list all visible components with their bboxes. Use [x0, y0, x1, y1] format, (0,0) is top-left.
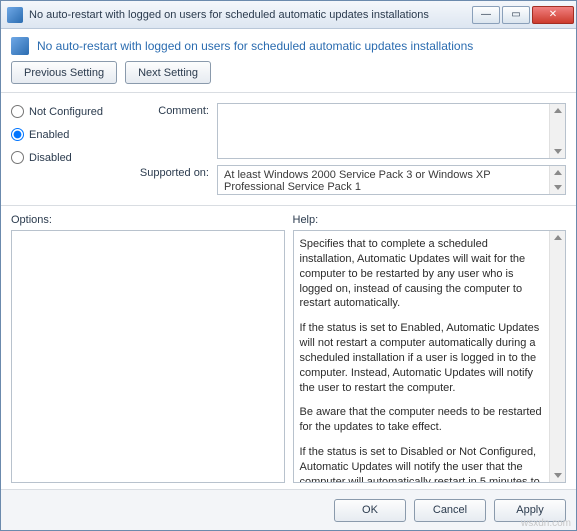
settings-grid: Not Configured Enabled Disabled Comment:… [1, 93, 576, 206]
supported-on-value: At least Windows 2000 Service Pack 3 or … [224, 169, 490, 193]
supported-on-field: At least Windows 2000 Service Pack 3 or … [217, 165, 566, 195]
options-label: Options: [11, 214, 285, 226]
comment-field[interactable] [217, 103, 566, 159]
nav-buttons: Previous Setting Next Setting [1, 61, 576, 93]
radio-not-configured-input[interactable] [11, 105, 24, 118]
titlebar[interactable]: No auto-restart with logged on users for… [1, 1, 576, 29]
help-pane: Specifies that to complete a scheduled i… [293, 230, 567, 483]
options-pane [11, 230, 285, 483]
help-paragraph: If the status is set to Disabled or Not … [300, 445, 546, 483]
supported-on-label: Supported on: [139, 165, 209, 195]
help-paragraph: Be aware that the computer needs to be r… [300, 405, 546, 435]
radio-not-configured-label: Not Configured [29, 106, 103, 118]
app-icon [7, 7, 23, 23]
radio-enabled-input[interactable] [11, 128, 24, 141]
window-controls: — ▭ ✕ [470, 6, 574, 24]
minimize-button[interactable]: — [472, 6, 500, 24]
dialog-footer: OK Cancel Apply [1, 490, 576, 530]
close-button[interactable]: ✕ [532, 6, 574, 24]
previous-setting-button[interactable]: Previous Setting [11, 61, 117, 84]
radio-disabled-input[interactable] [11, 151, 24, 164]
apply-button[interactable]: Apply [494, 499, 566, 522]
comment-scrollbar[interactable] [549, 104, 565, 158]
maximize-button[interactable]: ▭ [502, 6, 530, 24]
cancel-button[interactable]: Cancel [414, 499, 486, 522]
help-paragraph: If the status is set to Enabled, Automat… [300, 321, 546, 395]
status-radios: Not Configured Enabled Disabled [11, 103, 131, 195]
window-title: No auto-restart with logged on users for… [29, 9, 470, 21]
ok-button[interactable]: OK [334, 499, 406, 522]
help-label: Help: [293, 214, 567, 226]
help-paragraph: Specifies that to complete a scheduled i… [300, 237, 546, 311]
radio-disabled-label: Disabled [29, 152, 72, 164]
comment-label: Comment: [139, 103, 209, 117]
policy-icon [11, 37, 29, 55]
lower-panes: Options: Help: Specifies that to complet… [1, 206, 576, 490]
radio-disabled[interactable]: Disabled [11, 151, 131, 164]
supported-on-scrollbar[interactable] [549, 166, 565, 194]
radio-not-configured[interactable]: Not Configured [11, 105, 131, 118]
header-row: No auto-restart with logged on users for… [1, 29, 576, 61]
radio-enabled[interactable]: Enabled [11, 128, 131, 141]
help-scrollbar[interactable] [549, 231, 565, 482]
policy-headline: No auto-restart with logged on users for… [37, 39, 473, 53]
radio-enabled-label: Enabled [29, 129, 69, 141]
policy-window: No auto-restart with logged on users for… [0, 0, 577, 531]
next-setting-button[interactable]: Next Setting [125, 61, 211, 84]
